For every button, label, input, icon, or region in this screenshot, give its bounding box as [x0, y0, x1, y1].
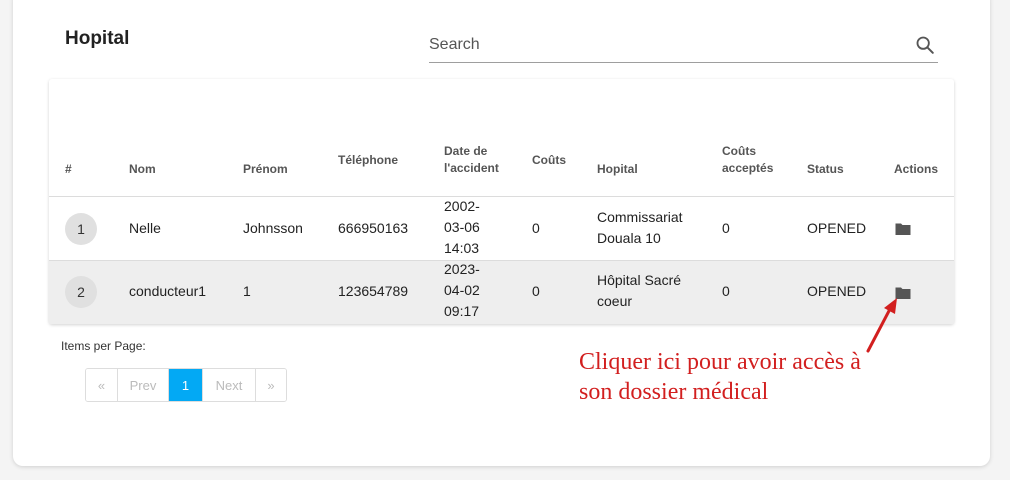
cell-hopital-line1: Commissariat	[597, 209, 683, 225]
search-input[interactable]	[429, 36, 899, 54]
cell-couts-acceptes: 0	[722, 283, 730, 299]
annotation-text: Cliquer ici pour avoir accès à son dossi…	[579, 347, 861, 407]
row-number-badge: 2	[65, 276, 97, 308]
header-nom: Nom	[129, 162, 156, 176]
header-couts-acceptes-line1: Coûts	[722, 144, 756, 158]
next-page-button[interactable]: Next	[203, 369, 256, 401]
annotation-arrow	[866, 298, 897, 353]
folder-icon[interactable]	[895, 222, 911, 236]
cell-hopital-line1: Hôpital Sacré	[597, 272, 682, 288]
search-bar	[429, 32, 938, 63]
cell-nom: conducteur1	[129, 283, 207, 299]
cell-prenom: Johnsson	[243, 220, 303, 236]
page-1-button[interactable]: 1	[169, 369, 203, 401]
header-telephone: Téléphone	[338, 153, 399, 167]
header-hopital: Hopital	[597, 162, 638, 176]
table-row: 2 conducteur1 1 123654789 2023- 04-02 09…	[49, 261, 954, 324]
cell-status: OPENED	[807, 220, 867, 236]
prev-page-button[interactable]: Prev	[118, 369, 169, 401]
cell-nom: Nelle	[129, 220, 161, 236]
search-icon[interactable]	[914, 34, 936, 56]
table-row: 1 Nelle Johnsson 666950163 2002- 03-06 1…	[49, 197, 954, 261]
cell-telephone: 666950163	[338, 220, 409, 236]
annotation-line2: son dossier médical	[579, 379, 769, 405]
cell-telephone: 123654789	[338, 283, 409, 299]
header-prenom: Prénom	[243, 162, 288, 176]
header-date-line1: Date de	[444, 144, 488, 158]
header-couts-acceptes-line2: acceptés	[722, 161, 774, 175]
header-status: Status	[807, 162, 844, 176]
header-couts: Coûts	[532, 153, 566, 167]
cell-date-line3: 14:03	[444, 240, 480, 256]
cell-couts: 0	[532, 283, 540, 299]
annotation-line1: Cliquer ici pour avoir accès à	[579, 349, 861, 375]
cell-prenom: 1	[243, 283, 251, 299]
cell-hopital-line2: coeur	[597, 293, 633, 309]
cell-couts: 0	[532, 220, 540, 236]
items-per-page-label: Items per Page:	[61, 339, 146, 353]
row-number-badge: 1	[65, 213, 97, 245]
header-actions: Actions	[894, 162, 939, 176]
cell-date-line1: 2002-	[444, 198, 480, 214]
cell-status: OPENED	[807, 283, 867, 299]
first-page-button[interactable]: «	[86, 369, 118, 401]
cell-date-line3: 09:17	[444, 303, 480, 319]
cell-date-line2: 04-02	[444, 282, 480, 298]
cell-hopital-line2: Douala 10	[597, 230, 661, 246]
data-table: # Nom Prénom Téléphone Date de l'acciden…	[49, 79, 954, 324]
last-page-button[interactable]: »	[256, 369, 286, 401]
cell-date-line2: 03-06	[444, 219, 480, 235]
pagination: « Prev 1 Next »	[85, 368, 287, 402]
header-num: #	[65, 162, 72, 176]
cell-couts-acceptes: 0	[722, 220, 730, 236]
cell-date-line1: 2023-	[444, 261, 480, 277]
page-title: Hopital	[65, 28, 130, 49]
header-date-line2: l'accident	[444, 161, 499, 175]
